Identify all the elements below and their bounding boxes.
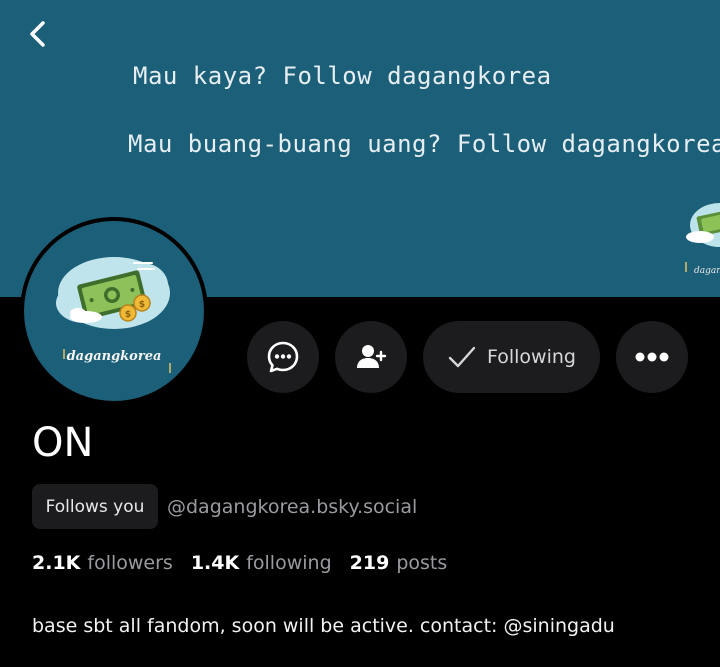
avatar-image: $ $ dagangkorea [24,221,204,401]
message-button[interactable] [247,321,319,393]
followers-label[interactable]: followers [87,552,172,574]
person-add-icon [357,345,387,368]
back-chevron-icon[interactable] [22,18,54,50]
ellipsis-icon [635,352,669,362]
add-to-list-button[interactable] [335,321,407,393]
avatar-logo-text: dagangkorea [66,349,162,364]
display-name: ON [32,420,94,466]
following-label[interactable]: following [246,552,331,574]
svg-text:dagan: dagan [694,266,720,276]
followers-count[interactable]: 2.1K [32,552,80,574]
profile-bio: base sbt all fandom, soon will be active… [32,615,615,637]
follows-you-badge: Follows you [32,484,158,529]
posts-count: 219 [349,552,390,574]
chat-bubble-icon [267,341,299,373]
money-cloud-logo-icon: $ $ [56,257,171,373]
svg-text:$: $ [125,310,131,320]
following-count[interactable]: 1.4K [191,552,239,574]
banner-text-line-2: Mau buang-buang uang? Follow dagangkorea [128,130,720,158]
more-options-button[interactable] [616,321,688,393]
avatar[interactable]: $ $ dagangkorea [20,217,208,405]
banner-logo-fragment: dagan [685,203,720,276]
svg-text:$: $ [139,300,145,310]
profile-handle[interactable]: @dagangkorea.bsky.social [167,496,417,518]
checkmark-icon [448,346,476,368]
banner-text-line-1: Mau kaya? Follow dagangkorea [133,62,552,90]
profile-stats: 2.1K followers 1.4K following 219 posts [32,552,465,574]
following-button[interactable]: Following [423,321,600,393]
following-button-label: Following [487,346,576,368]
posts-label: posts [396,552,448,574]
